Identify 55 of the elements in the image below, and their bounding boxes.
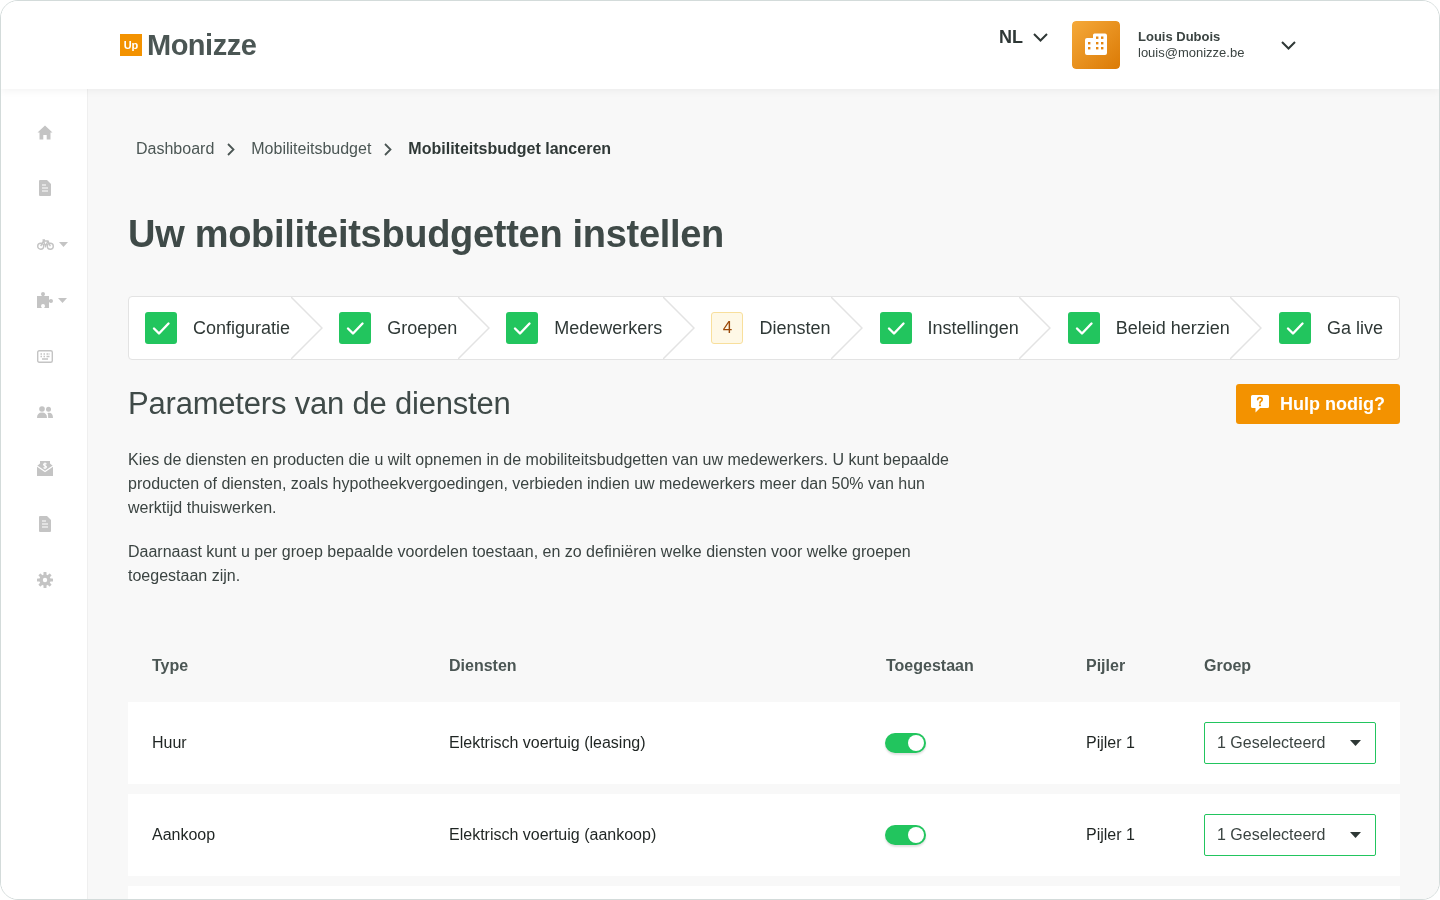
- step-label: Groepen: [387, 317, 458, 339]
- users-icon: [37, 406, 53, 418]
- table-cell-text: Huur: [152, 733, 187, 753]
- group-select[interactable]: 1 Geselecteerd: [1204, 814, 1376, 856]
- chevron-down-icon: [1281, 40, 1296, 50]
- step-label: Medewerkers: [554, 317, 663, 339]
- column-header: Diensten: [449, 656, 517, 676]
- user-email: louis@monizze.be: [1138, 45, 1245, 61]
- logo-badge: Up: [120, 34, 142, 56]
- caret-down-icon: [59, 241, 68, 247]
- breadcrumb-link[interactable]: Mobiliteitsbudget lanceren: [408, 139, 612, 159]
- section-title: Parameters van de diensten: [128, 385, 511, 423]
- table-cell-text: Pijler 1: [1086, 733, 1135, 753]
- table-cell-text: Aankoop: [152, 825, 216, 845]
- building-icon: [1072, 21, 1120, 69]
- document-icon: [39, 516, 51, 532]
- step-label: Ga live: [1326, 317, 1383, 339]
- user-name: Louis Dubois: [1138, 29, 1221, 45]
- column-header: Type: [152, 656, 189, 676]
- user-menu-button[interactable]: [1281, 40, 1296, 50]
- document-icon: [39, 180, 51, 196]
- group-select[interactable]: 1 Geselecteerd: [1204, 722, 1376, 764]
- chevron-down-icon: [1033, 32, 1048, 42]
- step-number: 4: [711, 312, 744, 344]
- bicycle-icon: [37, 238, 54, 250]
- table-cell-text: Elektrisch voertuig (leasing): [449, 733, 646, 753]
- step-label: Instellingen: [927, 317, 1019, 339]
- toggle-switch[interactable]: [885, 825, 926, 845]
- step-label: Diensten: [759, 317, 831, 339]
- chevron-right-icon: [384, 142, 393, 156]
- settings-icon: [37, 572, 53, 588]
- puzzle-icon: [37, 292, 53, 308]
- help-chat-icon: [1251, 395, 1270, 413]
- table-cell-text: Elektrisch voertuig (aankoop): [449, 825, 657, 845]
- column-header: Groep: [1204, 656, 1252, 676]
- keyboard-icon: [37, 349, 53, 363]
- column-header: Toegestaan: [886, 656, 974, 676]
- money-envelope-icon: [37, 460, 53, 476]
- caret-down-icon: [1350, 832, 1361, 838]
- description-text: Daarnaast kunt u per groep bepaalde voordelen toestaan, en zo definiëren welke diensten voor welke groepen toegestaan zijn.: [128, 542, 912, 586]
- breadcrumb-link[interactable]: Mobiliteitsbudget: [251, 139, 372, 159]
- step-label: Beleid herzien: [1115, 317, 1230, 339]
- page-title: Uw mobiliteitsbudgetten instellen: [128, 212, 725, 257]
- breadcrumb-link[interactable]: Dashboard: [136, 139, 215, 159]
- logo-text: Monizze: [147, 29, 257, 61]
- table-cell-text: Pijler 1: [1086, 825, 1135, 845]
- language-selector[interactable]: NL: [999, 26, 1048, 48]
- column-header: Pijler: [1086, 656, 1126, 676]
- toggle-switch[interactable]: [885, 733, 926, 753]
- caret-down-icon: [58, 297, 67, 303]
- chevron-right-icon: [227, 142, 236, 156]
- step-label: Configuratie: [193, 317, 291, 339]
- description-text: Kies de diensten en producten die u wilt opnemen in de mobiliteitsbudgetten van uw medewerkers. U kunt bepaalde producten of diensten, zoals hypotheekvergoedingen, verbieden indien uw medewerkers meer dan 50% van hun werktijd thuiswerken.: [128, 450, 950, 518]
- home-icon: [37, 124, 53, 140]
- caret-down-icon: [1350, 740, 1361, 746]
